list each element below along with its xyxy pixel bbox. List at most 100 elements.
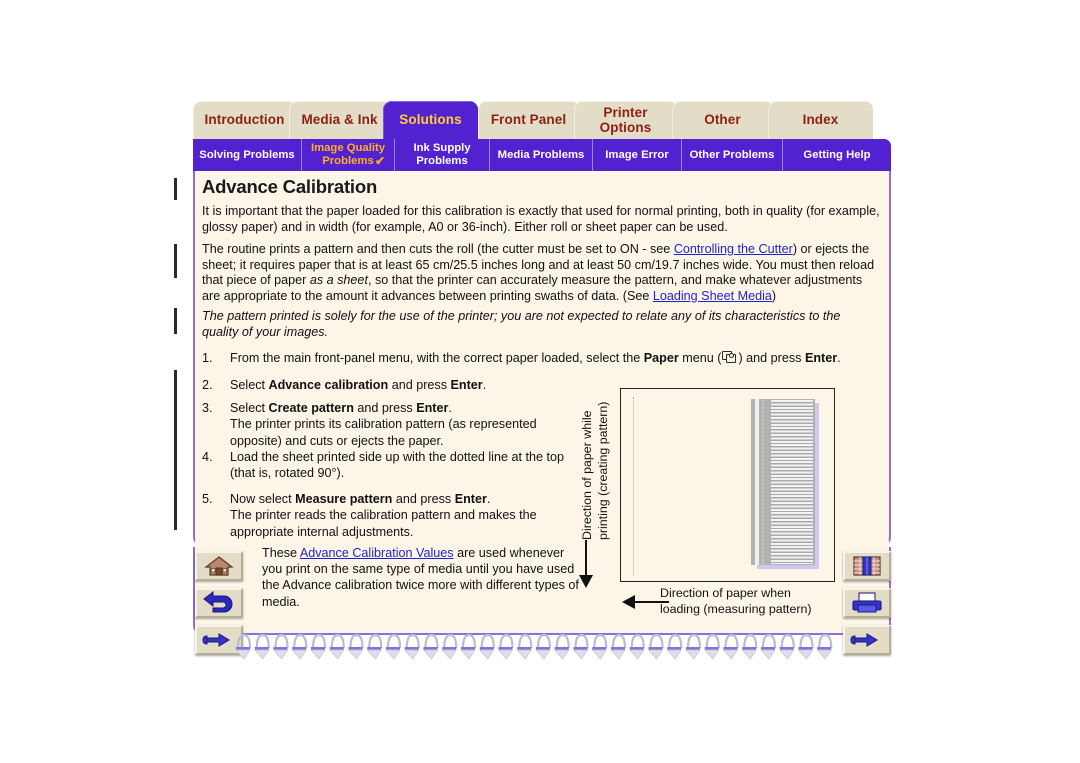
routine-paragraph-part4: ) — [771, 288, 777, 303]
link-controlling-the-cutter[interactable]: Controlling the Cutter — [674, 242, 793, 256]
pattern-note: The pattern printed is solely for the us… — [202, 309, 841, 339]
step-2-bold-advance-calibration: Advance calibration — [268, 378, 389, 392]
diagram-vertical-arrow-head — [579, 575, 593, 588]
routine-paragraph: The routine prints a pattern and then cu… — [202, 242, 882, 304]
step-3-end: . — [448, 401, 452, 415]
tab-skew-decoration — [462, 101, 478, 139]
step-2-pre: Select — [230, 378, 269, 392]
home-button[interactable] — [195, 551, 243, 581]
tab-solutions-label: Solutions — [399, 112, 462, 127]
step-1-text: From the main front-panel menu, with the… — [230, 350, 882, 366]
subtab-image-quality-problems[interactable]: Image Quality Problems ✔ — [301, 139, 394, 171]
diagram-horizontal-arrow-head — [622, 595, 635, 609]
step-5-detail: The printer reads the calibration patter… — [230, 508, 537, 539]
diagram-vertical-label-line2: printing (creating pattern) — [596, 401, 610, 540]
change-bar — [174, 178, 177, 200]
checkmark-icon: ✔ — [374, 154, 385, 168]
step-1-mid: menu ( — [678, 351, 722, 365]
help-viewer-page: Introduction Media & Ink Solutions Front… — [0, 0, 1080, 763]
tab-media-ink-label: Media & Ink — [301, 112, 378, 127]
subtab-media-problems-label: Media Problems — [497, 149, 585, 161]
back-button[interactable] — [195, 588, 243, 618]
tab-front-panel[interactable]: Front Panel — [478, 101, 579, 139]
link-loading-sheet-media[interactable]: Loading Sheet Media — [653, 289, 772, 303]
bookshelf-icon — [853, 556, 881, 576]
secondary-tab-bar: Solving Problems Image Quality Problems … — [193, 139, 891, 171]
spiral-binding — [235, 633, 833, 660]
tab-media-ink[interactable]: Media & Ink — [289, 101, 390, 139]
step-5-mid: and press — [392, 492, 455, 506]
step-5-end: . — [486, 492, 491, 506]
subtab-other-problems[interactable]: Other Problems — [681, 139, 782, 171]
step-4-text: Load the sheet printed side up with the … — [230, 450, 564, 481]
bookshelf-button[interactable] — [843, 551, 891, 581]
subtab-image-error[interactable]: Image Error — [592, 139, 681, 171]
tab-skew-decoration — [857, 101, 873, 139]
step-3-text: Select Create pattern and press Enter. Th… — [230, 400, 562, 449]
tab-introduction[interactable]: Introduction — [193, 101, 296, 139]
routine-paragraph-italic: as a sheet — [309, 273, 368, 288]
calibration-pattern-diagram — [620, 388, 835, 582]
diagram-vertical-arrow-shaft — [585, 540, 587, 578]
step-3-bold-create-pattern: Create pattern — [268, 401, 354, 415]
link-advance-calibration-values[interactable]: Advance Calibration Values — [300, 546, 454, 560]
tab-printer-options[interactable]: Printer Options — [574, 101, 677, 139]
subtab-ink-supply-problems-line2: Problems — [416, 155, 468, 167]
step-1-bold-paper: Paper — [643, 351, 679, 365]
step-3-pre: Select — [230, 401, 269, 415]
printer-icon — [852, 592, 882, 613]
subtab-getting-help[interactable]: Getting Help — [782, 139, 891, 171]
paper-menu-icon — [722, 351, 737, 364]
step-3-number: 3. — [202, 401, 213, 415]
pattern-bars — [771, 400, 813, 564]
tab-printer-options-label-line2: Options — [599, 120, 652, 135]
step-2-end: . — [482, 378, 487, 392]
subtab-image-error-label: Image Error — [605, 149, 669, 161]
diagram-horizontal-label-line2: loading (measuring pattern) — [660, 601, 812, 616]
closing-paragraph: These Advance Calibration Values are use… — [262, 545, 580, 610]
step-1-number: 1. — [202, 351, 213, 365]
step-1: 1. From the main front-panel menu, with … — [202, 350, 882, 366]
pointing-hand-right-icon — [850, 633, 878, 647]
step-1-pre: From the main front-panel menu, with the… — [230, 351, 644, 365]
step-3-mid: and press — [353, 401, 417, 415]
pattern-shadow-right — [815, 403, 819, 569]
forward-button[interactable] — [843, 625, 891, 655]
tab-index-label: Index — [802, 112, 839, 127]
tab-printer-options-label-line1: Printer — [603, 105, 648, 120]
step-5-number: 5. — [202, 492, 213, 506]
step-1-bold-enter: Enter — [804, 351, 838, 365]
diagram-horizontal-label: Direction of paper when loading (measuri… — [660, 586, 812, 617]
pattern-highlight-stripe — [755, 399, 759, 565]
diagram-horizontal-arrow-shaft — [633, 601, 669, 603]
subtab-solving-problems[interactable]: Solving Problems — [193, 139, 301, 171]
step-5: 5. Now select Measure pattern and press … — [202, 491, 562, 540]
step-3-bold-enter: Enter — [416, 401, 449, 415]
print-button[interactable] — [843, 588, 891, 618]
step-5-bold-measure-pattern: Measure pattern — [295, 492, 393, 506]
subtab-ink-supply-problems[interactable]: Ink Supply Problems — [394, 139, 489, 171]
subtab-solving-problems-label: Solving Problems — [199, 149, 295, 161]
step-4: 4. Load the sheet printed side up with t… — [202, 449, 567, 482]
change-bar — [174, 244, 177, 278]
routine-paragraph-part1: The routine prints a pattern and then cu… — [202, 242, 674, 256]
back-arrow-icon — [203, 590, 233, 613]
subtab-getting-help-label: Getting Help — [803, 149, 871, 161]
tab-solutions[interactable]: Solutions — [383, 101, 478, 139]
step-2-mid: and press — [388, 378, 451, 392]
step-2: 2. Select Advance calibration and press … — [202, 377, 562, 393]
step-3: 3. Select Create pattern and press Enter… — [202, 400, 562, 449]
tab-introduction-label: Introduction — [204, 112, 285, 127]
primary-tab-bar: Introduction Media & Ink Solutions Front… — [193, 101, 891, 139]
subtab-media-problems[interactable]: Media Problems — [489, 139, 592, 171]
change-bar — [174, 308, 177, 334]
tab-index[interactable]: Index — [768, 101, 873, 139]
tab-front-panel-label: Front Panel — [490, 112, 567, 127]
closing-part1: These — [262, 546, 300, 560]
step-2-text: Select Advance calibration and press Ent… — [230, 377, 562, 393]
pattern-shadow-bottom — [757, 565, 819, 569]
step-5-bold-enter: Enter — [454, 492, 487, 506]
step-1-end: . — [837, 351, 841, 365]
tab-other[interactable]: Other — [672, 101, 773, 139]
step-1-post: ) and press — [738, 351, 805, 365]
